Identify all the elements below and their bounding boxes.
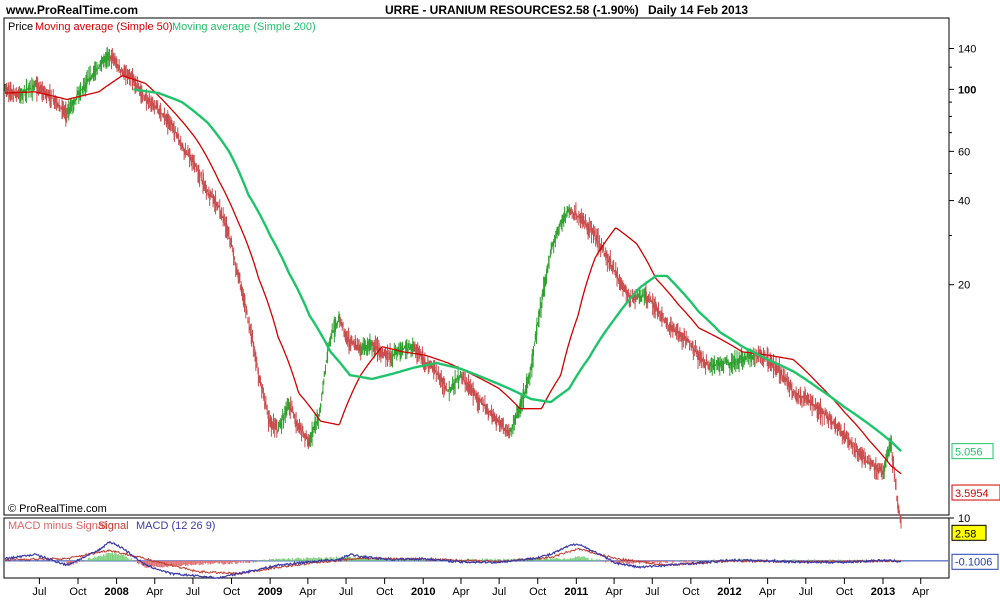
x-tick-label: Oct: [69, 586, 86, 598]
x-tick-label: Jul: [799, 586, 813, 598]
price-chart[interactable]: 140 100 60 40 20 10 Jul Oct 2008 Apr Jul Oct 2009 A…: [0, 0, 1000, 600]
macd-y-tick-label: 10: [958, 513, 970, 525]
legend-macd-signal: Signal: [98, 520, 129, 532]
y-tick-label: 140: [958, 44, 976, 56]
x-tick-label: Jul: [186, 586, 200, 598]
y-tick-label: 40: [958, 196, 970, 208]
legend-price: Price: [8, 21, 33, 33]
x-tick-label: Oct: [836, 586, 853, 598]
x-tick-label: 2010: [411, 586, 435, 598]
legend-ma200: Moving average (Simple 200): [172, 21, 316, 33]
x-tick-label: 2011: [564, 586, 588, 598]
x-tick-label: Oct: [376, 586, 393, 598]
x-tick-label: Jul: [492, 586, 506, 598]
y-tick-label: 20: [958, 280, 970, 292]
tag-ma200: 5.056: [955, 447, 983, 459]
tag-last-price: 2.58: [955, 528, 976, 540]
tag-ma50: 3.5954: [955, 488, 989, 500]
x-tick-label: Jul: [645, 586, 659, 598]
x-tick-label: Jul: [32, 586, 46, 598]
x-tick-label: 2012: [717, 586, 741, 598]
tag-macd: -0.1006: [955, 556, 992, 568]
legend-macd-hist: MACD minus Signal: [8, 520, 106, 532]
y-tick-label: 60: [958, 146, 970, 158]
legend-ma50: Moving average (Simple 50): [35, 21, 173, 33]
x-tick-label: 2013: [871, 586, 895, 598]
x-tick-label: Apr: [912, 586, 929, 598]
x-tick-label: 2009: [258, 586, 282, 598]
x-tick-label: Oct: [529, 586, 546, 598]
x-tick-label: Oct: [223, 586, 240, 598]
x-tick-label: Apr: [452, 586, 469, 598]
x-tick-label: Apr: [146, 586, 163, 598]
x-tick-label: Jul: [339, 586, 353, 598]
x-tick-label: Apr: [299, 586, 316, 598]
x-tick-label: Apr: [606, 586, 623, 598]
copyright: © ProRealTime.com: [8, 503, 107, 515]
x-tick-label: Oct: [682, 586, 699, 598]
x-tick-label: 2008: [104, 586, 128, 598]
y-tick-label: 100: [958, 84, 976, 96]
legend-macd-line: MACD (12 26 9): [136, 520, 215, 532]
x-tick-label: Apr: [759, 586, 776, 598]
